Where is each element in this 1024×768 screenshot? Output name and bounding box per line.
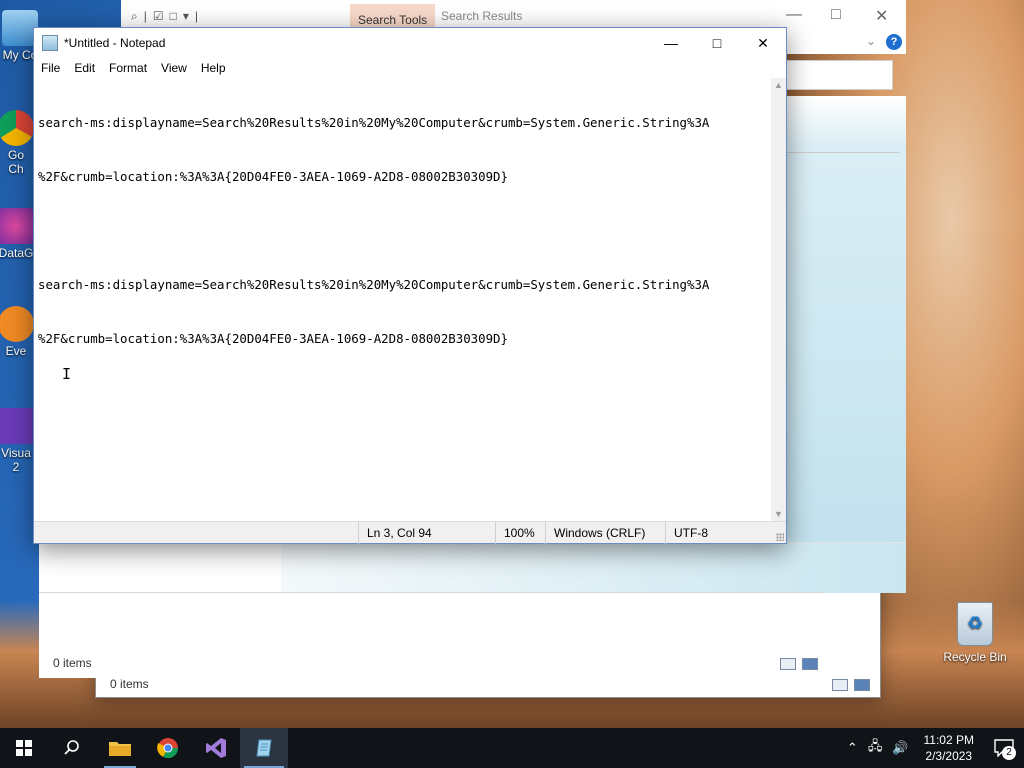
network-icon[interactable]: 🖧 xyxy=(863,737,888,759)
help-icon[interactable]: ? xyxy=(886,34,902,50)
menu-edit[interactable]: Edit xyxy=(67,61,102,75)
encoding: UTF-8 xyxy=(665,522,775,544)
details-view-icon[interactable] xyxy=(832,679,848,691)
view-toggle-group xyxy=(780,658,818,670)
file-list-area xyxy=(121,542,906,593)
quick-access-toolbar: ⌕ | ☑ □ ▾ | xyxy=(121,9,198,24)
notepad-icon xyxy=(256,739,272,757)
visual-studio-icon xyxy=(206,738,226,758)
menu-view[interactable]: View xyxy=(154,61,194,75)
content-area xyxy=(784,96,906,592)
text-cursor-icon: I xyxy=(62,365,72,383)
notification-badge: 2 xyxy=(1002,746,1016,760)
menu-help[interactable]: Help xyxy=(194,61,233,75)
notepad-titlebar[interactable]: *Untitled - Notepad — □ ✕ xyxy=(34,28,786,58)
navigation-pane xyxy=(39,540,121,592)
taskbar-visual-studio[interactable] xyxy=(192,728,240,768)
scroll-up-icon[interactable]: ▲ xyxy=(774,80,783,90)
vertical-scrollbar[interactable]: ▲ ▼ xyxy=(771,78,786,521)
clock[interactable]: 11:02 PM 2/3/2023 xyxy=(914,732,984,764)
dropdown-icon[interactable]: ▾ xyxy=(183,9,189,23)
taskbar-chrome[interactable] xyxy=(144,728,192,768)
cursor-position: Ln 3, Col 94 xyxy=(358,522,498,544)
text-line: search-ms:displayname=Search%20Results%2… xyxy=(38,115,710,130)
close-button[interactable]: ✕ xyxy=(875,6,888,26)
large-icons-view-icon[interactable] xyxy=(854,679,870,691)
explorer-status-bar: 0 items xyxy=(39,592,824,678)
menu-file[interactable]: File xyxy=(34,61,67,75)
windows-logo-icon xyxy=(16,740,32,756)
chrome-icon xyxy=(0,110,34,146)
desktop-icon-recycle-bin[interactable]: Recycle Bin xyxy=(940,602,1010,664)
view-toggle-group xyxy=(832,679,870,691)
chevron-down-icon[interactable]: ⌄ xyxy=(866,34,876,48)
text-line xyxy=(38,222,771,240)
folder-icon xyxy=(109,742,131,756)
action-center-button[interactable]: 2 xyxy=(984,728,1024,768)
chrome-icon xyxy=(157,738,179,759)
properties-icon[interactable]: ☑ xyxy=(153,9,164,23)
maximize-button[interactable]: □ xyxy=(694,28,740,58)
zoom-level: 100% xyxy=(495,522,545,544)
notepad-window[interactable]: *Untitled - Notepad — □ ✕ File Edit Form… xyxy=(33,27,787,544)
search-button[interactable] xyxy=(48,728,96,768)
search-input[interactable] xyxy=(786,60,893,90)
new-folder-icon[interactable]: □ xyxy=(170,9,177,23)
text-line: %2F&crumb=location:%3A%3A{20D04FE0-3AEA-… xyxy=(38,169,508,184)
file-list-background xyxy=(281,543,906,593)
maximize-button[interactable]: □ xyxy=(831,6,841,24)
text-line: %2F&crumb=location:%3A%3A{20D04FE0-3AEA-… xyxy=(38,331,508,346)
taskbar-file-explorer[interactable] xyxy=(96,728,144,768)
status-items: 0 items xyxy=(110,677,149,691)
start-button[interactable] xyxy=(0,728,48,768)
menu-format[interactable]: Format xyxy=(102,61,154,75)
clock-date: 2/3/2023 xyxy=(925,749,973,763)
status-items: 0 items xyxy=(53,656,92,670)
text-line: search-ms:displayname=Search%20Results%2… xyxy=(38,277,710,292)
system-tray: ⌃ 🖧 🔊 11:02 PM 2/3/2023 2 xyxy=(842,728,1024,768)
notepad-icon xyxy=(42,35,58,51)
scroll-down-icon[interactable]: ▼ xyxy=(774,509,783,519)
large-icons-view-icon[interactable] xyxy=(802,658,818,670)
minimize-button[interactable]: — xyxy=(648,28,694,58)
volume-icon[interactable]: 🔊 xyxy=(887,740,913,756)
taskbar: ⌃ 🖧 🔊 11:02 PM 2/3/2023 2 xyxy=(0,728,1024,768)
search-icon xyxy=(64,740,79,755)
everything-icon xyxy=(0,306,34,342)
menu-bar: File Edit Format View Help xyxy=(34,58,786,78)
visual-studio-icon xyxy=(0,408,34,444)
desktop-icon-label: Recycle Bin xyxy=(943,650,1007,664)
separator: | xyxy=(143,9,147,23)
taskbar-notepad[interactable] xyxy=(240,728,288,768)
chevron-up-icon[interactable]: ⌃ xyxy=(842,740,863,756)
search-icon[interactable]: ⌕ xyxy=(131,9,138,24)
window-title: Search Results xyxy=(441,9,523,23)
clock-time: 11:02 PM xyxy=(923,733,974,747)
divider xyxy=(784,152,900,153)
datagrip-icon xyxy=(0,208,34,244)
minimize-button[interactable]: — xyxy=(786,6,802,24)
resize-grip-icon[interactable] xyxy=(776,533,784,541)
window-title: *Untitled - Notepad xyxy=(64,36,166,50)
separator: | xyxy=(194,9,199,23)
text-editor[interactable]: search-ms:displayname=Search%20Results%2… xyxy=(34,78,771,521)
close-button[interactable]: ✕ xyxy=(740,28,786,58)
details-view-icon[interactable] xyxy=(780,658,796,670)
recycle-bin-icon xyxy=(957,602,993,646)
line-ending: Windows (CRLF) xyxy=(545,522,665,544)
status-bar: Ln 3, Col 94 100% Windows (CRLF) UTF-8 xyxy=(34,521,786,544)
